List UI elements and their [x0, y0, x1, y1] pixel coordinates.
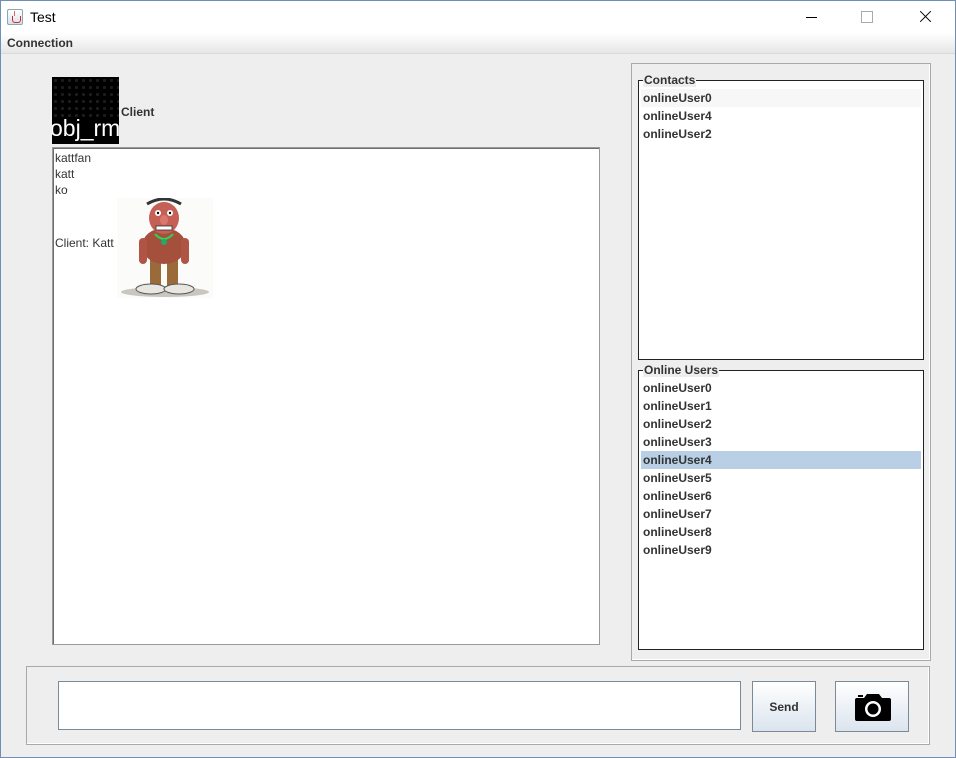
contacts-group: Contacts onlineUser0 onlineUser4 onlineU… — [638, 73, 924, 360]
camera-button[interactable] — [835, 681, 909, 732]
message-input[interactable] — [58, 681, 741, 730]
users-panel: Contacts onlineUser0 onlineUser4 onlineU… — [631, 63, 931, 661]
troll-cartoon-image — [117, 198, 213, 298]
contact-item[interactable]: onlineUser2 — [641, 125, 921, 143]
online-user-item[interactable]: onlineUser6 — [641, 487, 921, 505]
avatar: obj_rm — [52, 77, 119, 144]
window-title: Test — [30, 9, 56, 25]
online-user-item[interactable]: onlineUser5 — [641, 469, 921, 487]
chat-message: kattfan — [55, 151, 92, 165]
avatar-text: obj_rm — [52, 115, 119, 141]
chat-message: Client: Katt — [55, 236, 114, 250]
contacts-list[interactable]: onlineUser0 onlineUser4 onlineUser2 — [641, 89, 921, 143]
composer-panel: Send — [26, 666, 930, 745]
online-user-item[interactable]: onlineUser0 — [641, 379, 921, 397]
java-cup-icon[interactable] — [7, 9, 23, 25]
contact-item[interactable]: onlineUser4 — [641, 107, 921, 125]
contacts-title: Contacts — [643, 73, 697, 87]
online-user-item[interactable]: onlineUser8 — [641, 523, 921, 541]
online-user-item[interactable]: onlineUser7 — [641, 505, 921, 523]
send-button[interactable]: Send — [752, 681, 816, 732]
online-users-title: Online Users — [643, 363, 720, 377]
menu-bar: Connection — [1, 33, 955, 54]
online-users-group: Online Users onlineUser0 onlineUser1 onl… — [638, 363, 924, 650]
contact-item[interactable]: onlineUser0 — [641, 89, 921, 107]
chat-area[interactable]: kattfan katt ko Client: Katt — [52, 147, 600, 645]
client-name-label: Client — [121, 105, 155, 119]
online-user-item[interactable]: onlineUser1 — [641, 397, 921, 415]
close-button[interactable] — [897, 1, 953, 33]
online-users-list[interactable]: onlineUser0 onlineUser1 onlineUser2 onli… — [641, 379, 921, 559]
title-bar[interactable]: Test — [1, 1, 955, 33]
online-user-item[interactable]: onlineUser2 — [641, 415, 921, 433]
menu-connection[interactable]: Connection — [7, 36, 73, 50]
avatar-pattern — [52, 77, 119, 117]
chat-message: katt — [55, 167, 75, 181]
camera-icon — [855, 694, 891, 721]
online-user-item[interactable]: onlineUser9 — [641, 541, 921, 559]
online-user-item-selected[interactable]: onlineUser4 — [641, 451, 921, 469]
chat-message: ko — [55, 183, 68, 197]
online-user-item[interactable]: onlineUser3 — [641, 433, 921, 451]
app-window: Test Connection obj_rm Client kattfan ka… — [0, 0, 956, 758]
maximize-button[interactable] — [839, 1, 895, 33]
minimize-button[interactable] — [784, 1, 840, 33]
